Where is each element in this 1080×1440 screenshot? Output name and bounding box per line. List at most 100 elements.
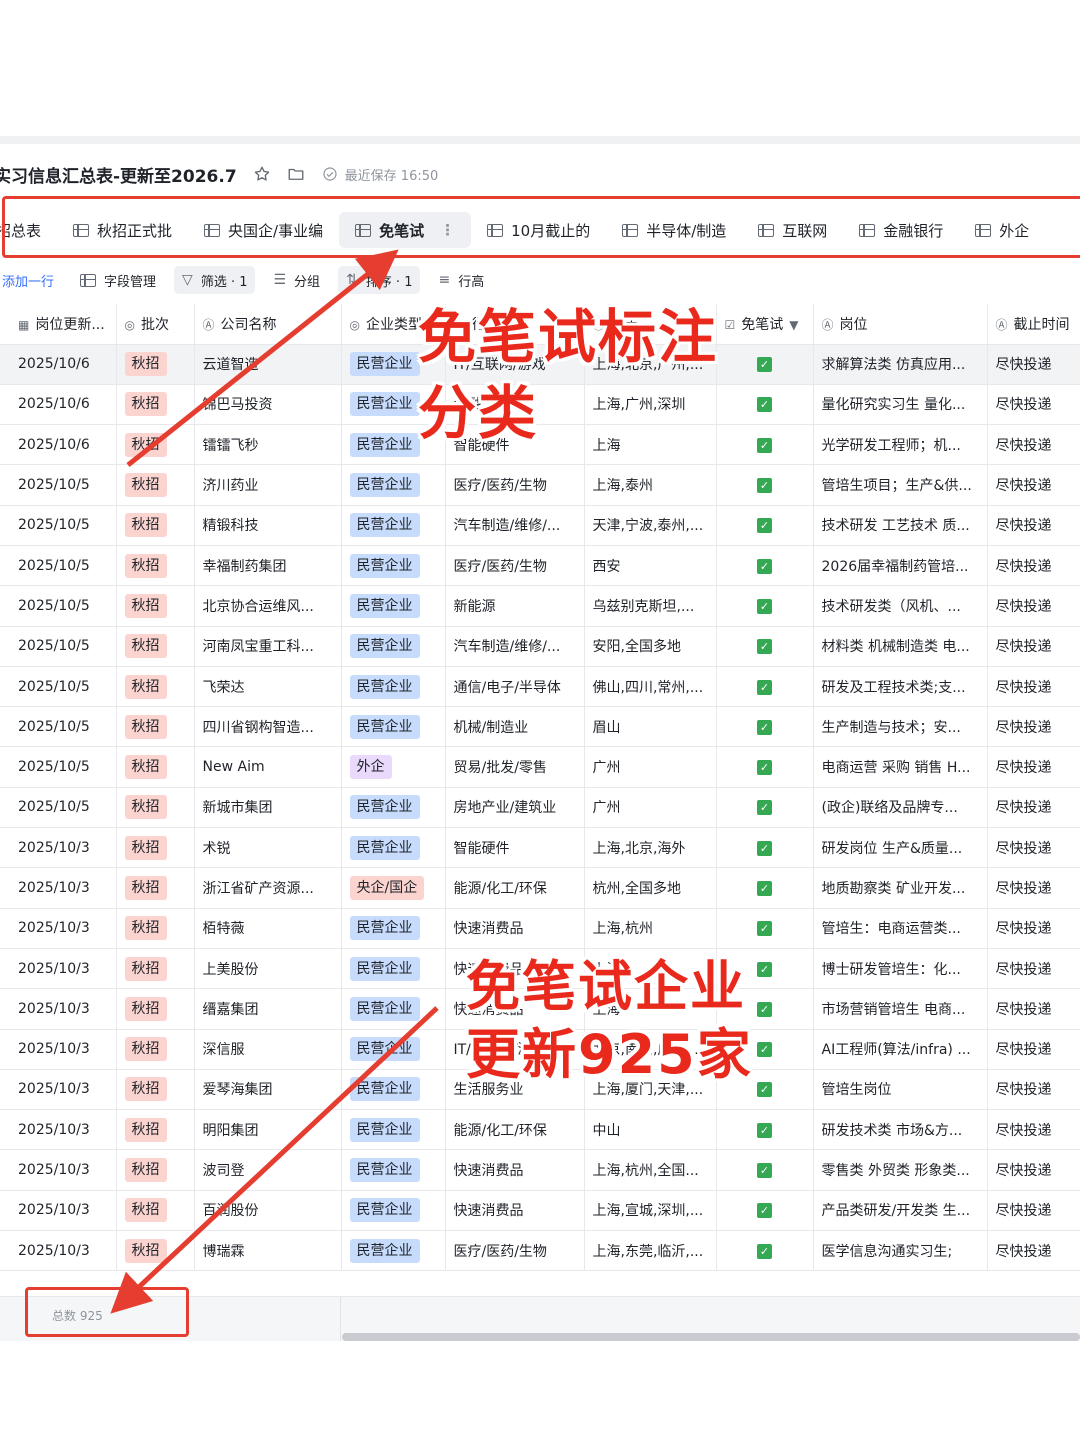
checked-checkbox-icon[interactable]: ✓: [757, 961, 772, 977]
table-row[interactable]: 2025/10/3 秋招 波司登 民营企业 快速消费品 上海,杭州,全国... ✓ 零售类 外…: [0, 1149, 1080, 1191]
cell-industry[interactable]: 能源/化工/环保: [445, 867, 585, 909]
cell-date[interactable]: 2025/10/3: [0, 867, 117, 909]
table-row[interactable]: 2025/10/5 秋招 四川省钢构智造... 民营企业 机械/制造业 眉山 ✓ 生产制造与技…: [0, 706, 1080, 748]
cell-deadline[interactable]: 尽快投递: [987, 948, 1080, 990]
horizontal-scrollbar[interactable]: [342, 1333, 1080, 1341]
cell-company[interactable]: 锦巴马投资: [194, 384, 342, 426]
cell-industry[interactable]: 医疗/医药/生物: [445, 545, 585, 587]
doc-title[interactable]: 实习信息汇总表-更新至2026.7: [0, 162, 237, 187]
cell-position[interactable]: 管培生项目；生产&供...: [813, 464, 988, 506]
table-row[interactable]: 2025/10/5 秋招 济川药业 民营企业 医疗/医药/生物 上海,泰州 ✓ 管培生项目；生…: [0, 464, 1080, 506]
cell-deadline[interactable]: 尽快投递: [987, 1069, 1080, 1111]
table-row[interactable]: 2025/10/5 秋招 飞荣达 民营企业 通信/电子/半导体 佛山,四川,常州,... ✓…: [0, 666, 1080, 708]
table-row[interactable]: 2025/10/3 秋招 术锐 民营企业 智能硬件 上海,北京,海外 ✓ 研发岗位 生产&质量…: [0, 827, 1080, 869]
cell-deadline[interactable]: 尽快投递: [987, 344, 1080, 385]
cell-date[interactable]: 2025/10/3: [0, 1029, 117, 1070]
cell-company[interactable]: 百润股份: [194, 1190, 342, 1232]
cell-type[interactable]: 民营企业: [341, 787, 446, 829]
cell-type[interactable]: 民营企业: [341, 908, 446, 949]
cell-position[interactable]: 地质勘察类 矿业开发...: [813, 867, 988, 909]
cell-no-exam[interactable]: ✓: [716, 1230, 814, 1272]
cell-city[interactable]: 乌兹别克斯坦,...: [584, 585, 717, 627]
cell-company[interactable]: 济川药业: [194, 464, 342, 506]
cell-type[interactable]: 民营企业: [341, 1109, 446, 1151]
checked-checkbox-icon[interactable]: ✓: [757, 1082, 772, 1098]
cell-batch[interactable]: 秋招: [116, 1029, 195, 1070]
cell-deadline[interactable]: 尽快投递: [987, 1190, 1080, 1232]
cell-no-exam[interactable]: ✓: [716, 424, 814, 466]
table-row[interactable]: 2025/10/5 秋招 New Aim 外企 贸易/批发/零售 广州 ✓ 电商运营 采购 销…: [0, 746, 1080, 788]
cell-position[interactable]: 技术研发 工艺技术 质...: [813, 505, 988, 546]
cell-batch[interactable]: 秋招: [116, 424, 195, 466]
cell-no-exam[interactable]: ✓: [716, 706, 814, 748]
cell-deadline[interactable]: 尽快投递: [987, 464, 1080, 506]
cell-batch[interactable]: 秋招: [116, 626, 195, 667]
checked-checkbox-icon[interactable]: ✓: [757, 679, 772, 695]
cell-type[interactable]: 民营企业: [341, 1029, 446, 1070]
cell-batch[interactable]: 秋招: [116, 948, 195, 990]
cell-city[interactable]: 上海,杭州,全国...: [584, 1149, 717, 1191]
cell-date[interactable]: 2025/10/5: [0, 464, 117, 506]
cell-deadline[interactable]: 尽快投递: [987, 666, 1080, 708]
cell-company[interactable]: 四川省钢构智造...: [194, 706, 342, 748]
cell-position[interactable]: 研发岗位 生产&质量...: [813, 827, 988, 869]
cell-batch[interactable]: 秋招: [116, 746, 195, 788]
cell-company[interactable]: 精锻科技: [194, 505, 342, 546]
cell-industry[interactable]: 快速消费品: [445, 1190, 585, 1232]
cell-position[interactable]: 医学信息沟通实习生;: [813, 1230, 988, 1272]
cell-no-exam[interactable]: ✓: [716, 1149, 814, 1191]
cell-date[interactable]: 2025/10/5: [0, 746, 117, 788]
cell-type[interactable]: 民营企业: [341, 545, 446, 587]
cell-company[interactable]: 飞荣达: [194, 666, 342, 708]
cell-type[interactable]: 民营企业: [341, 505, 446, 546]
cell-industry[interactable]: 贸易/批发/零售: [445, 746, 585, 788]
cell-city[interactable]: 上海,北京,海外: [584, 827, 717, 869]
cell-type[interactable]: 民营企业: [341, 1190, 446, 1232]
cell-position[interactable]: 研发技术类 市场&方...: [813, 1109, 988, 1151]
table-row[interactable]: 2025/10/5 秋招 新城市集团 民营企业 房地产业/建筑业 广州 ✓ (政企)联络及品牌…: [0, 787, 1080, 829]
cell-position[interactable]: (政企)联络及品牌专...: [813, 787, 988, 829]
cell-position[interactable]: 电商运营 采购 销售 H...: [813, 746, 988, 788]
cell-batch[interactable]: 秋招: [116, 344, 195, 385]
cell-batch[interactable]: 秋招: [116, 1190, 195, 1232]
cell-industry[interactable]: 新能源: [445, 585, 585, 627]
cell-type[interactable]: 民营企业: [341, 666, 446, 708]
cell-no-exam[interactable]: ✓: [716, 746, 814, 788]
cell-city[interactable]: 眉山: [584, 706, 717, 748]
cell-position[interactable]: 管培生岗位: [813, 1069, 988, 1111]
cell-deadline[interactable]: 尽快投递: [987, 706, 1080, 748]
cell-no-exam[interactable]: ✓: [716, 585, 814, 627]
cell-type[interactable]: 民营企业: [341, 827, 446, 869]
cell-deadline[interactable]: 尽快投递: [987, 746, 1080, 788]
cell-city[interactable]: 上海: [584, 424, 717, 466]
folder-icon[interactable]: [287, 165, 305, 183]
cell-company[interactable]: 新城市集团: [194, 787, 342, 829]
cell-industry[interactable]: 医疗/医药/生物: [445, 1230, 585, 1272]
cell-deadline[interactable]: 尽快投递: [987, 585, 1080, 627]
cell-position[interactable]: 2026届幸福制药管培...: [813, 545, 988, 587]
cell-batch[interactable]: 秋招: [116, 827, 195, 869]
cell-city[interactable]: 天津,宁波,泰州,...: [584, 505, 717, 546]
table-row[interactable]: 2025/10/3 秋招 百润股份 民营企业 快速消费品 上海,宣城,深圳,... ✓ 产品类…: [0, 1190, 1080, 1232]
cell-position[interactable]: 材料类 机械制造类 电...: [813, 626, 988, 667]
cell-position[interactable]: 生产制造与技术；安...: [813, 706, 988, 748]
checked-checkbox-icon[interactable]: ✓: [757, 478, 772, 494]
cell-deadline[interactable]: 尽快投递: [987, 988, 1080, 1030]
table-row[interactable]: 2025/10/6 秋招 锦巴马投资 民营企业 金融 上海,广州,深圳 ✓ 量化研究实习生 量…: [0, 384, 1080, 426]
cell-company[interactable]: 北京协合运维风...: [194, 585, 342, 627]
cell-type[interactable]: 民营企业: [341, 626, 446, 667]
table-row[interactable]: 2025/10/3 秋招 明阳集团 民营企业 能源/化工/环保 中山 ✓ 研发技术类 市场&方…: [0, 1109, 1080, 1151]
cell-date[interactable]: 2025/10/3: [0, 1149, 117, 1191]
cell-batch[interactable]: 秋招: [116, 1149, 195, 1191]
cell-industry[interactable]: 汽车制造/维修/...: [445, 505, 585, 546]
cell-company[interactable]: 浙江省矿产资源...: [194, 867, 342, 909]
cell-deadline[interactable]: 尽快投递: [987, 505, 1080, 546]
cell-industry[interactable]: 能源/化工/环保: [445, 1109, 585, 1151]
cell-no-exam[interactable]: ✓: [716, 867, 814, 909]
cell-deadline[interactable]: 尽快投递: [987, 384, 1080, 426]
cell-type[interactable]: 民营企业: [341, 948, 446, 990]
cell-no-exam[interactable]: ✓: [716, 666, 814, 708]
cell-industry[interactable]: 汽车制造/维修/...: [445, 626, 585, 667]
cell-industry[interactable]: 智能硬件: [445, 827, 585, 869]
cell-position[interactable]: AI工程师(算法/infra) ...: [813, 1029, 988, 1070]
